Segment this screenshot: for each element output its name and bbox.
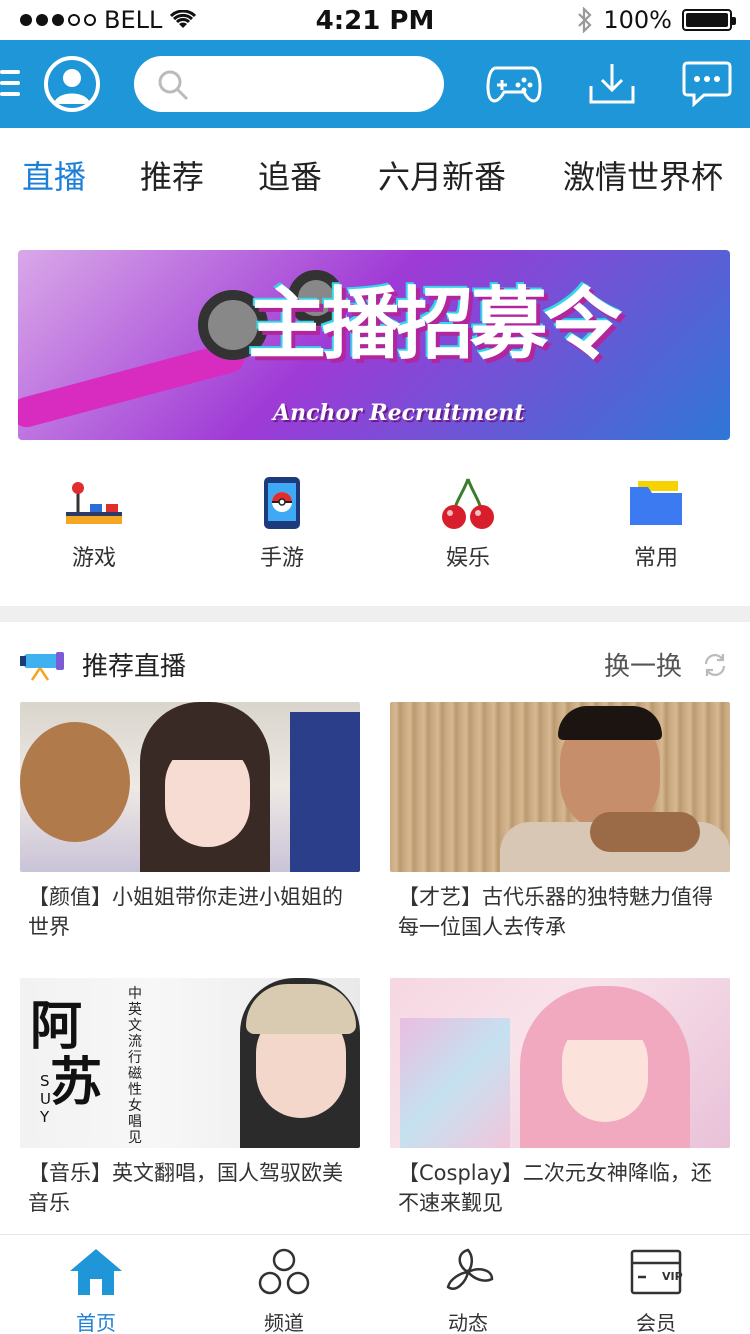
nav-label: 会员: [636, 1311, 676, 1334]
pinwheel-icon: [446, 1248, 494, 1290]
tab-live[interactable]: 直播: [22, 152, 86, 198]
channel-icon: [258, 1248, 310, 1295]
swap-button[interactable]: 换一换: [604, 646, 682, 683]
nav-home[interactable]: 首页: [36, 1247, 156, 1334]
bottom-nav: 首页 频道 动态 VIP 会员: [0, 1234, 750, 1334]
category-label: 常用: [633, 546, 678, 571]
promo-banner[interactable]: 主播招募令 Anchor Recruitment: [18, 250, 730, 440]
profile-icon[interactable]: [44, 56, 100, 112]
live-card[interactable]: 【Cosplay】二次元女神降临，还不速来觐见: [390, 978, 730, 1218]
vip-text: VIP: [662, 1270, 683, 1283]
home-icon: [70, 1249, 122, 1295]
nav-vip[interactable]: VIP 会员: [596, 1247, 716, 1334]
folder-icon: [630, 481, 682, 525]
live-thumbnail: [390, 702, 730, 872]
recommend-title: 推荐直播: [82, 652, 187, 682]
category-label: 游戏: [71, 546, 116, 571]
live-card[interactable]: 【颜值】小姐姐带你走进小姐姐的世界: [20, 702, 360, 942]
nav-label: 动态: [448, 1311, 488, 1334]
joystick-icon: [66, 482, 122, 524]
tab-world-cup[interactable]: 激情世界杯: [563, 152, 723, 198]
tab-recommend[interactable]: 推荐: [140, 152, 204, 198]
streamer-tag: S U Y: [40, 1072, 51, 1126]
search-box[interactable]: [134, 56, 444, 112]
category-game[interactable]: 游戏: [34, 470, 154, 572]
live-caption: 【音乐】英文翻唱，国人驾驭欧美音乐: [28, 1161, 343, 1215]
streamer-name: 苏: [50, 1053, 103, 1113]
live-caption: 【颜值】小姐姐带你走进小姐姐的世界: [28, 885, 343, 939]
category-tabs: 直播 推荐 追番 六月新番 激情世界杯: [0, 128, 750, 220]
tab-bangumi[interactable]: 追番: [258, 152, 322, 198]
phone-game-icon: [264, 477, 300, 529]
live-card[interactable]: 【才艺】古代乐器的独特魅力值得每一位国人去传承: [390, 702, 730, 942]
nav-channel[interactable]: 频道: [224, 1247, 344, 1334]
battery-icon: [682, 9, 736, 31]
live-thumbnail: [20, 702, 360, 872]
download-icon[interactable]: [588, 60, 636, 106]
category-common[interactable]: 常用: [596, 470, 716, 572]
nav-dynamic[interactable]: 动态: [408, 1247, 528, 1334]
gamepad-icon[interactable]: [486, 60, 542, 106]
category-label: 手游: [259, 546, 304, 571]
live-caption: 【才艺】古代乐器的独特魅力值得每一位国人去传承: [398, 885, 713, 939]
live-thumbnail: [390, 978, 730, 1148]
category-label: 娱乐: [445, 546, 490, 571]
category-entertainment[interactable]: 娱乐: [408, 470, 528, 572]
cherry-icon: [442, 478, 494, 529]
banner-subtitle: Anchor Recruitment: [273, 400, 525, 426]
status-bar: BELL 4:21 PM 100%: [0, 0, 750, 40]
tab-june-new[interactable]: 六月新番: [378, 152, 506, 198]
nav-label: 首页: [76, 1311, 116, 1334]
live-card[interactable]: 阿 苏 S U Y 中英文流行磁性女唱见 【音乐】英文翻唱，国人驾驭欧美音乐: [20, 978, 360, 1218]
swap-label: 换一换: [604, 652, 683, 682]
section-divider: [0, 606, 750, 622]
banner-title: 主播招募令: [248, 280, 622, 370]
category-mobile-game[interactable]: 手游: [222, 470, 342, 572]
search-input[interactable]: [204, 66, 424, 102]
message-icon[interactable]: [682, 60, 732, 108]
recommend-header: 推荐直播 换一换: [0, 640, 750, 690]
top-header: [0, 40, 750, 128]
refresh-icon[interactable]: [702, 652, 728, 678]
live-thumbnail: 阿 苏 S U Y 中英文流行磁性女唱见: [20, 978, 360, 1148]
battery-percent: 100%: [603, 6, 672, 34]
status-right: 100%: [577, 6, 736, 34]
vertical-tagline: 中英文流行磁性女唱见: [128, 986, 142, 1146]
search-icon: [158, 70, 189, 101]
bluetooth-icon: [578, 7, 592, 33]
telescope-icon: [20, 652, 64, 681]
menu-icon[interactable]: [0, 70, 20, 103]
nav-label: 频道: [264, 1311, 304, 1334]
live-caption: 【Cosplay】二次元女神降临，还不速来觐见: [398, 1161, 712, 1215]
